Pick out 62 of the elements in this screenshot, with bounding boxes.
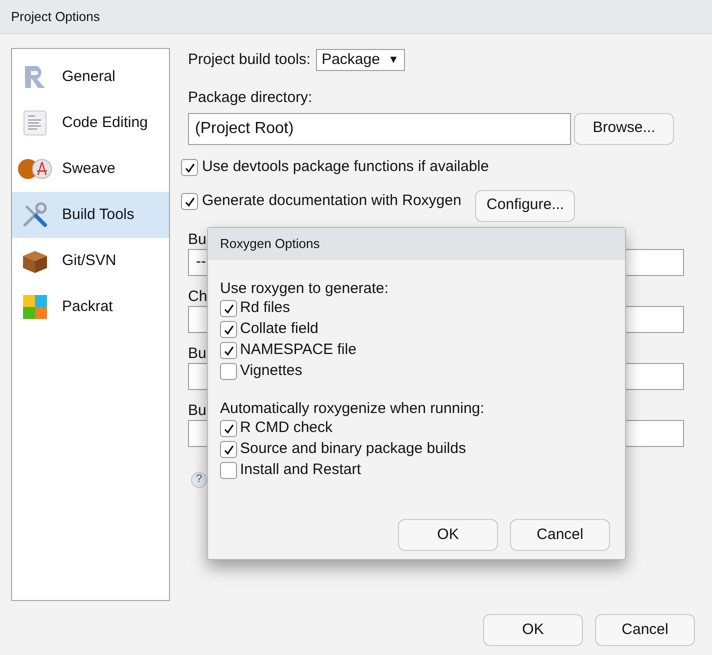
- sidebar-label: Build Tools: [62, 204, 134, 225]
- checkbox-label: Use devtools package functions if available: [202, 157, 489, 178]
- checkbox-label: R CMD check: [240, 418, 333, 438]
- checkbox[interactable]: [220, 420, 237, 437]
- checkbox[interactable]: [220, 363, 237, 380]
- checkbox-label: Vignettes: [240, 361, 302, 382]
- checkbox[interactable]: [220, 321, 237, 338]
- sidebar-item[interactable]: Build Tools: [12, 192, 169, 238]
- checkbox[interactable]: [220, 300, 237, 317]
- checkmark-icon: [222, 344, 234, 356]
- checkmark-icon: [222, 444, 234, 456]
- help-icon[interactable]: ?: [191, 472, 207, 488]
- window-title: Project Options: [11, 8, 100, 26]
- logo-icon: [22, 64, 48, 90]
- browse-button[interactable]: Browse...: [574, 112, 674, 144]
- sidebar-label: Git/SVN: [62, 250, 116, 271]
- checkbox-label: Collate field: [240, 319, 318, 340]
- field-label: Package directory:: [188, 88, 314, 108]
- field-label: Bu: [188, 230, 206, 248]
- box-icon: [21, 248, 49, 274]
- checkmark-icon: [222, 422, 234, 434]
- field-label: Ch: [188, 288, 208, 306]
- sidebar-item[interactable]: Packrat: [12, 284, 169, 330]
- sidebar-item[interactable]: Git/SVN: [12, 238, 169, 284]
- field-label: Bu: [188, 402, 206, 420]
- sweave-icon: [18, 157, 52, 181]
- checkbox[interactable]: [220, 441, 237, 458]
- checkbox-label: NAMESPACE file: [240, 340, 356, 360]
- cancel-button[interactable]: Cancel: [510, 519, 610, 551]
- document-icon: [23, 110, 47, 136]
- checkbox-label: Rd files: [240, 298, 290, 318]
- field-label: Project build tools:: [188, 50, 311, 70]
- build-tools-dropdown[interactable]: Package ▼: [316, 49, 405, 71]
- configure-button[interactable]: Configure...: [475, 190, 576, 222]
- tools-icon: [22, 202, 48, 228]
- sidebar-label: General: [62, 66, 116, 87]
- ok-button[interactable]: OK: [398, 519, 498, 551]
- sidebar-label: Sweave: [62, 158, 116, 179]
- sidebar-item[interactable]: Sweave: [12, 146, 169, 192]
- sidebar-item[interactable]: General: [12, 54, 169, 100]
- checkmark-icon: [222, 302, 234, 314]
- group-heading: Use roxygen to generate:: [220, 279, 390, 298]
- group-heading: Automatically roxygenize when running:: [220, 399, 486, 418]
- checkbox[interactable]: [220, 462, 237, 479]
- checkmark-icon: [222, 324, 234, 336]
- checkmark-icon: [184, 162, 196, 174]
- sidebar-label: Packrat: [62, 296, 113, 317]
- checkmark-icon: [184, 196, 196, 208]
- directory-field[interactable]: (Project Root): [188, 112, 571, 144]
- sidebar-label: Code Editing: [62, 112, 148, 133]
- blocks-icon: [23, 295, 47, 319]
- checkbox-label: Source and binary package builds: [240, 439, 466, 460]
- cancel-button[interactable]: Cancel: [595, 614, 695, 646]
- checkbox[interactable]: [181, 159, 198, 176]
- checkbox-label: Install and Restart: [240, 460, 361, 480]
- dialog-title: Roxygen Options: [220, 235, 320, 254]
- field-label: Bu: [188, 344, 206, 362]
- ok-button[interactable]: OK: [483, 614, 583, 646]
- checkbox[interactable]: [181, 193, 198, 210]
- checkbox[interactable]: [220, 342, 237, 359]
- sidebar-item[interactable]: Code Editing: [12, 100, 169, 146]
- checkbox-label: Generate documentation with Roxygen: [202, 191, 462, 212]
